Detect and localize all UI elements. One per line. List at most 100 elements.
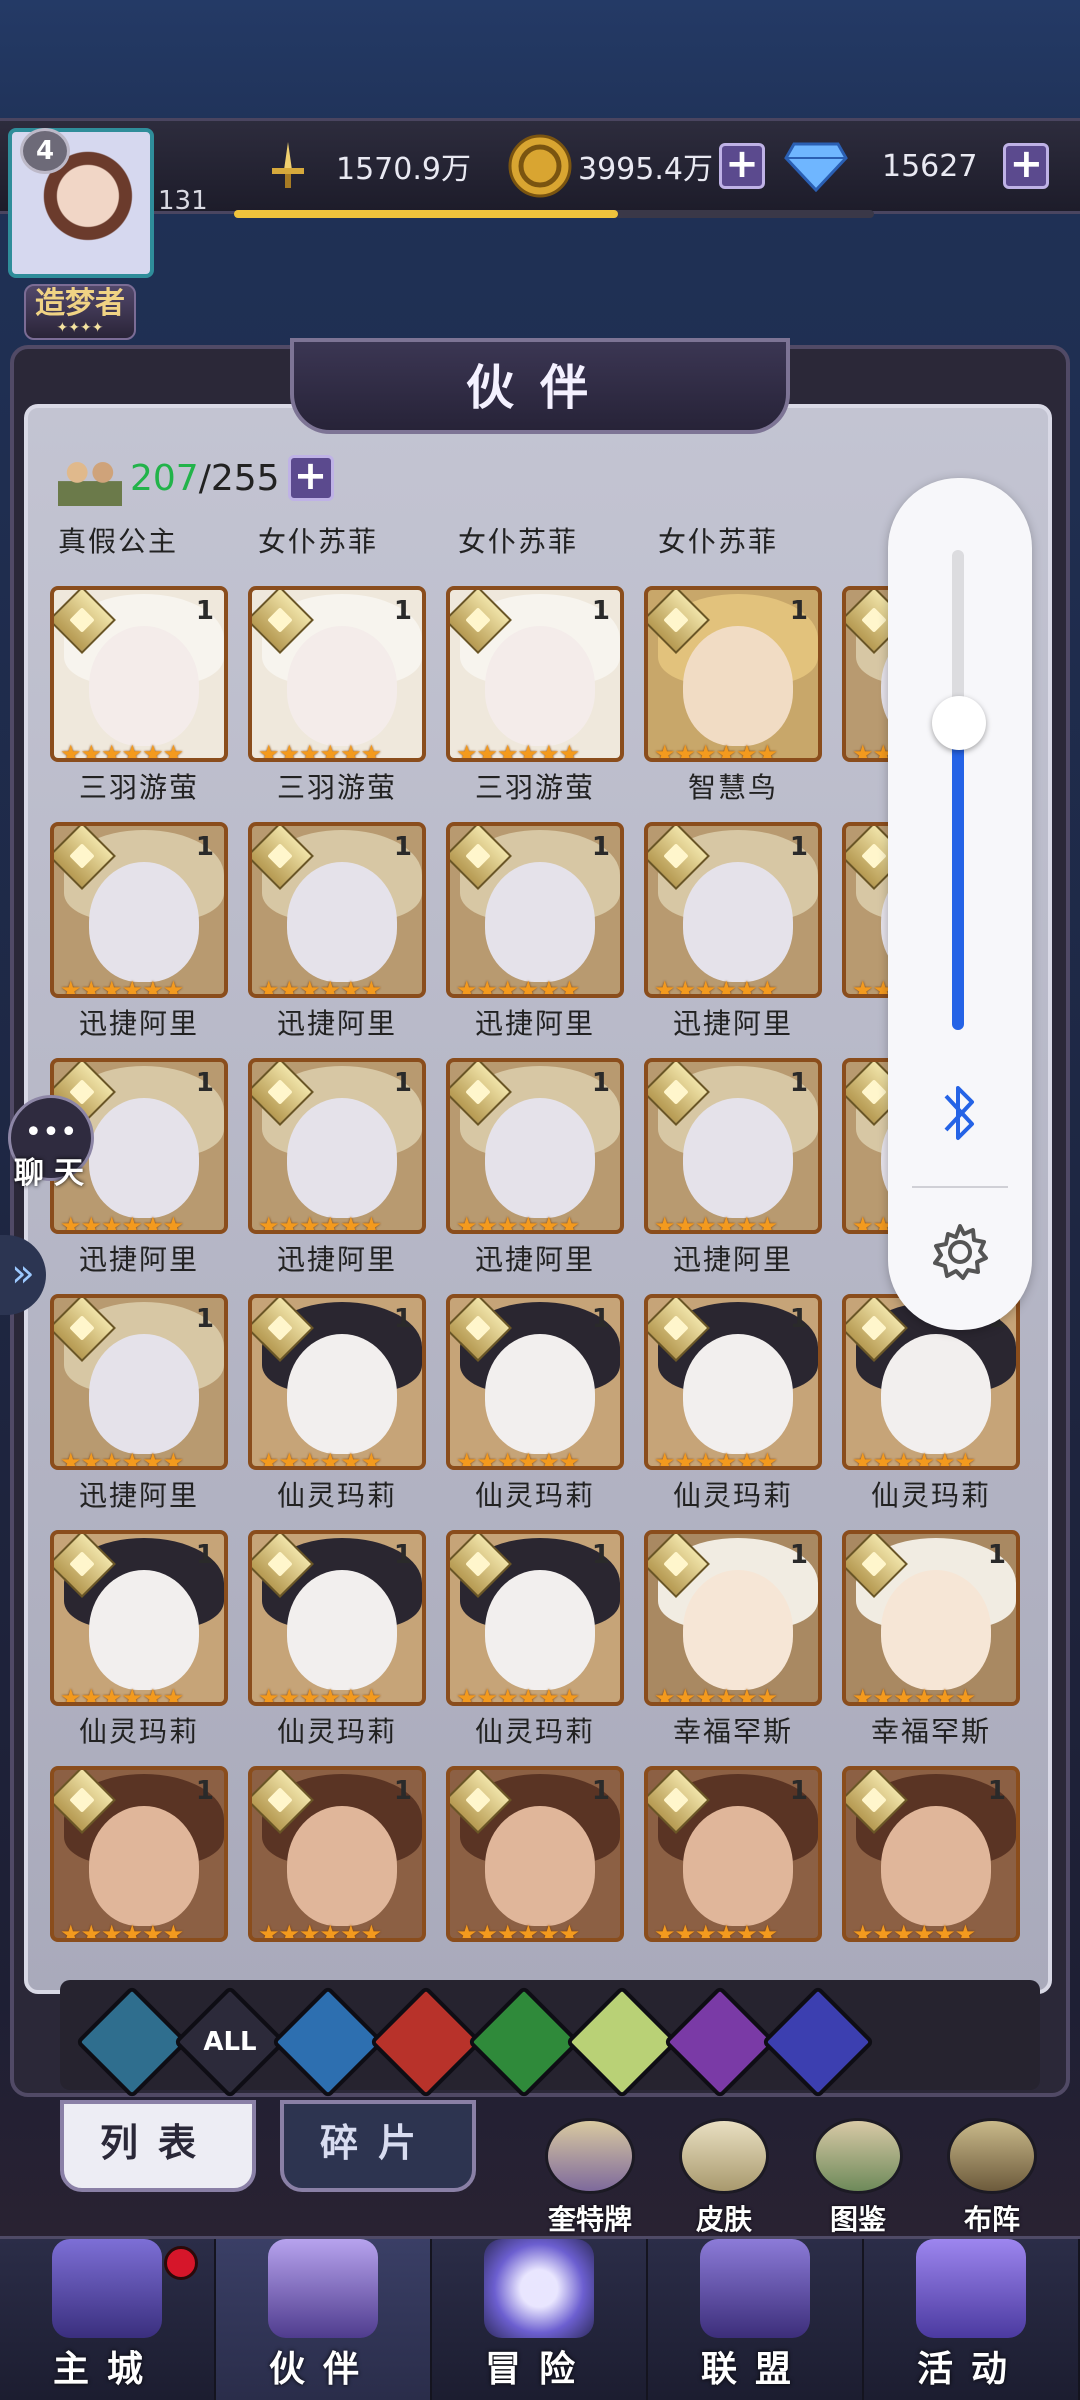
nav-alliance[interactable]: 联盟 bbox=[648, 2239, 864, 2400]
filter-label bbox=[96, 2006, 168, 2078]
volume-fill bbox=[952, 742, 964, 1030]
nav-adventure[interactable]: 冒险 bbox=[432, 2239, 648, 2400]
skin-icon bbox=[679, 2118, 769, 2194]
partner-portrait: 1 ★★★★★★ bbox=[248, 1530, 426, 1706]
partner-name: 仙灵玛莉 bbox=[870, 1479, 991, 1512]
partner-card[interactable]: 1 ★★★★★★ 迅捷阿里 bbox=[50, 822, 228, 1040]
star-rating: ★★★★★★ bbox=[60, 1684, 184, 1706]
partner-card[interactable]: 1 ★★★★★★ bbox=[842, 1766, 1020, 1980]
player-title-badge[interactable]: 造梦者 ✦✦✦✦ bbox=[24, 284, 136, 340]
partner-level: 1 bbox=[195, 832, 214, 862]
star-rating: ★★★★★★ bbox=[258, 976, 382, 998]
portrait-face bbox=[683, 1570, 793, 1690]
partner-portrait: 1 ★★★★★★ bbox=[50, 822, 228, 998]
partner-card[interactable]: 1 ★★★★★★ bbox=[50, 1766, 228, 1980]
add-diamond-button[interactable]: + bbox=[1003, 143, 1050, 189]
partner-card[interactable]: 1★★★★★★仙灵玛莉 bbox=[842, 1294, 1020, 1512]
partner-card[interactable]: 1 ★★★★★★ 幸福罕斯 bbox=[644, 1530, 822, 1748]
partner-name: 真假公主 bbox=[57, 525, 178, 558]
partner-portrait: 1 ★★★★★★ bbox=[248, 1058, 426, 1234]
partner-name: 女仆苏菲 bbox=[657, 525, 778, 558]
partner-portrait: 1 ★★★★★★ bbox=[50, 1294, 228, 1470]
filter-label bbox=[586, 2006, 658, 2078]
filter-label bbox=[782, 2006, 854, 2078]
partner-card[interactable]: 1★★★★★★仙灵玛莉 bbox=[248, 1530, 426, 1748]
compass-star-icon bbox=[484, 2239, 594, 2338]
partner-name: 迅捷阿里 bbox=[276, 1243, 397, 1276]
partner-card[interactable]: 1 ★★★★★★ 迅捷阿里 bbox=[446, 1058, 624, 1276]
partner-level: 1 bbox=[987, 1540, 1006, 1570]
cards-icon bbox=[916, 2239, 1026, 2338]
portrait-face bbox=[485, 1806, 595, 1926]
partner-level: 1 bbox=[195, 596, 214, 626]
volume-slider[interactable] bbox=[952, 550, 964, 1030]
volume-panel-divider bbox=[912, 1186, 1008, 1188]
partner-portrait: 1 ★★★★★★ bbox=[842, 1766, 1020, 1942]
partner-card[interactable]: 1★★★★★★仙灵玛莉 bbox=[644, 1294, 822, 1512]
diamond-resource: 15627 + bbox=[784, 140, 1050, 192]
partner-card[interactable]: 1 ★★★★★★ 三羽游萤 bbox=[248, 586, 426, 804]
partner-card[interactable]: 1★★★★★★仙灵玛莉 bbox=[248, 1294, 426, 1512]
partner-card[interactable]: 1 ★★★★★★ 迅捷阿里 bbox=[446, 822, 624, 1040]
nav-partners[interactable]: 伙伴 bbox=[216, 2239, 432, 2400]
partner-card[interactable]: 1★★★★★★仙灵玛莉 bbox=[446, 1530, 624, 1748]
formation-label: 布阵 bbox=[963, 2203, 1020, 2236]
partner-name: 女仆苏菲 bbox=[457, 525, 578, 558]
partner-card[interactable]: 1 ★★★★★★ 智慧鸟 bbox=[644, 586, 822, 804]
portrait-face bbox=[485, 626, 595, 746]
partner-portrait: 1 ★★★★★★ bbox=[446, 822, 624, 998]
skin-button[interactable]: 皮肤 bbox=[674, 2118, 774, 2238]
partner-level: 1 bbox=[393, 1540, 412, 1570]
panel-tabs: 列表 碎片 bbox=[60, 2100, 476, 2192]
formation-button[interactable]: 布阵 bbox=[942, 2118, 1042, 2238]
gear-icon[interactable] bbox=[928, 1220, 992, 1284]
tarot-button[interactable]: 奎特牌 bbox=[540, 2118, 640, 2238]
volume-knob[interactable] bbox=[932, 696, 986, 750]
partner-level: 1 bbox=[195, 1068, 214, 1098]
partner-card[interactable]: 1 ★★★★★★ bbox=[446, 1766, 624, 1980]
partner-card[interactable]: 1 ★★★★★★ 迅捷阿里 bbox=[50, 1294, 228, 1512]
portrait-face bbox=[683, 1334, 793, 1454]
portrait-face bbox=[287, 1098, 397, 1218]
partner-count-current: 207 bbox=[130, 457, 199, 499]
portrait-face bbox=[881, 1806, 991, 1926]
skin-label: 皮肤 bbox=[695, 2203, 752, 2236]
partner-portrait: 1 ★★★★★★ bbox=[644, 1530, 822, 1706]
partner-name: 仙灵玛莉 bbox=[276, 1479, 397, 1512]
add-gold-button[interactable]: + bbox=[718, 143, 765, 189]
star-rating: ★★★★★★ bbox=[654, 1920, 778, 1942]
star-rating: ★★★★★★ bbox=[456, 740, 580, 762]
portrait-face bbox=[683, 862, 793, 982]
partner-name: 迅捷阿里 bbox=[672, 1243, 793, 1276]
nav-events[interactable]: 活动 bbox=[864, 2239, 1080, 2400]
diamond-value: 15627 bbox=[882, 148, 978, 184]
portrait-face bbox=[683, 1098, 793, 1218]
expand-capacity-button[interactable]: + bbox=[287, 455, 334, 501]
portrait-face bbox=[89, 1098, 199, 1218]
partner-card[interactable]: 1 ★★★★★★ bbox=[248, 1766, 426, 1980]
partner-card-grid: 1 ★★★★★★ 三羽游萤 1 ★★★★★★ 三羽游萤 1 ★★★★★★ 三羽游萤 1 ★★★★★★… bbox=[50, 586, 1020, 1980]
portrait-face bbox=[89, 862, 199, 982]
filter-label bbox=[390, 2006, 462, 2078]
tab-fragments[interactable]: 碎片 bbox=[280, 2100, 476, 2192]
volume-panel bbox=[888, 478, 1032, 1330]
partner-card[interactable]: 1 ★★★★★★ 迅捷阿里 bbox=[248, 822, 426, 1040]
partner-card[interactable]: 1 ★★★★★★ 幸福罕斯 bbox=[842, 1530, 1020, 1748]
partner-card[interactable]: 1 ★★★★★★ 迅捷阿里 bbox=[644, 1058, 822, 1276]
tab-list[interactable]: 列表 bbox=[60, 2100, 256, 2192]
chat-bubble-icon: ••• bbox=[24, 1115, 78, 1150]
partner-card[interactable]: 1★★★★★★仙灵玛莉 bbox=[50, 1530, 228, 1748]
partner-name: 女仆苏菲 bbox=[257, 525, 378, 558]
partner-portrait: 1 ★★★★★★ bbox=[50, 1766, 228, 1942]
codex-button[interactable]: 图鉴 bbox=[808, 2118, 908, 2238]
partner-card[interactable]: 1 ★★★★★★ 迅捷阿里 bbox=[644, 822, 822, 1040]
partner-card[interactable]: 1 ★★★★★★ 迅捷阿里 bbox=[248, 1058, 426, 1276]
portrait-face bbox=[287, 862, 397, 982]
partner-card[interactable]: 1 ★★★★★★ bbox=[644, 1766, 822, 1980]
partner-level: 1 bbox=[789, 832, 808, 862]
partner-card[interactable]: 1★★★★★★仙灵玛莉 bbox=[446, 1294, 624, 1512]
partner-card[interactable]: 1 ★★★★★★ 三羽游萤 bbox=[446, 586, 624, 804]
star-rating: ★★★★★★ bbox=[258, 1212, 382, 1234]
bluetooth-icon[interactable] bbox=[936, 1078, 984, 1148]
partner-card[interactable]: 1 ★★★★★★ 三羽游萤 bbox=[50, 586, 228, 804]
